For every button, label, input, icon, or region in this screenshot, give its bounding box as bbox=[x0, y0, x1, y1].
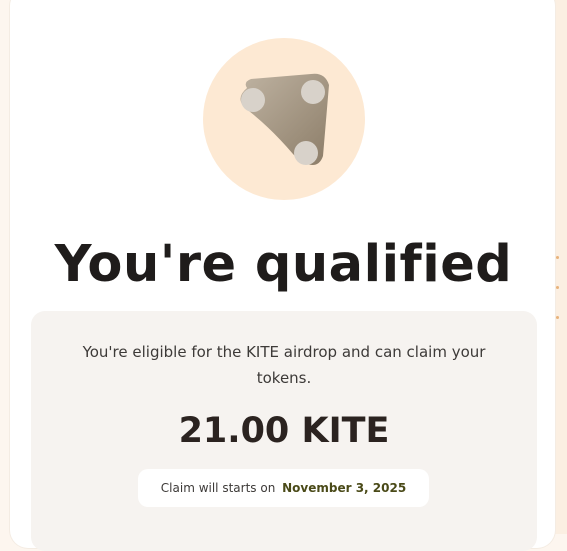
logo-badge bbox=[203, 38, 365, 200]
kite-dot bbox=[301, 80, 325, 104]
page-title: You're qualified bbox=[54, 235, 513, 294]
claim-date-badge: Claim will starts on November 3, 2025 bbox=[138, 469, 429, 507]
claim-date: November 3, 2025 bbox=[282, 481, 407, 495]
decorative-dot bbox=[556, 316, 559, 319]
kite-dot bbox=[241, 88, 265, 112]
eligibility-panel: You're eligible for the KITE airdrop and… bbox=[31, 311, 537, 551]
token-amount: 21.00 KITE bbox=[178, 411, 390, 451]
claim-prefix: Claim will starts on bbox=[160, 481, 276, 495]
eligibility-description: You're eligible for the KITE airdrop and… bbox=[82, 343, 486, 387]
kite-logo-icon bbox=[240, 73, 329, 165]
kite-dot bbox=[294, 141, 318, 165]
